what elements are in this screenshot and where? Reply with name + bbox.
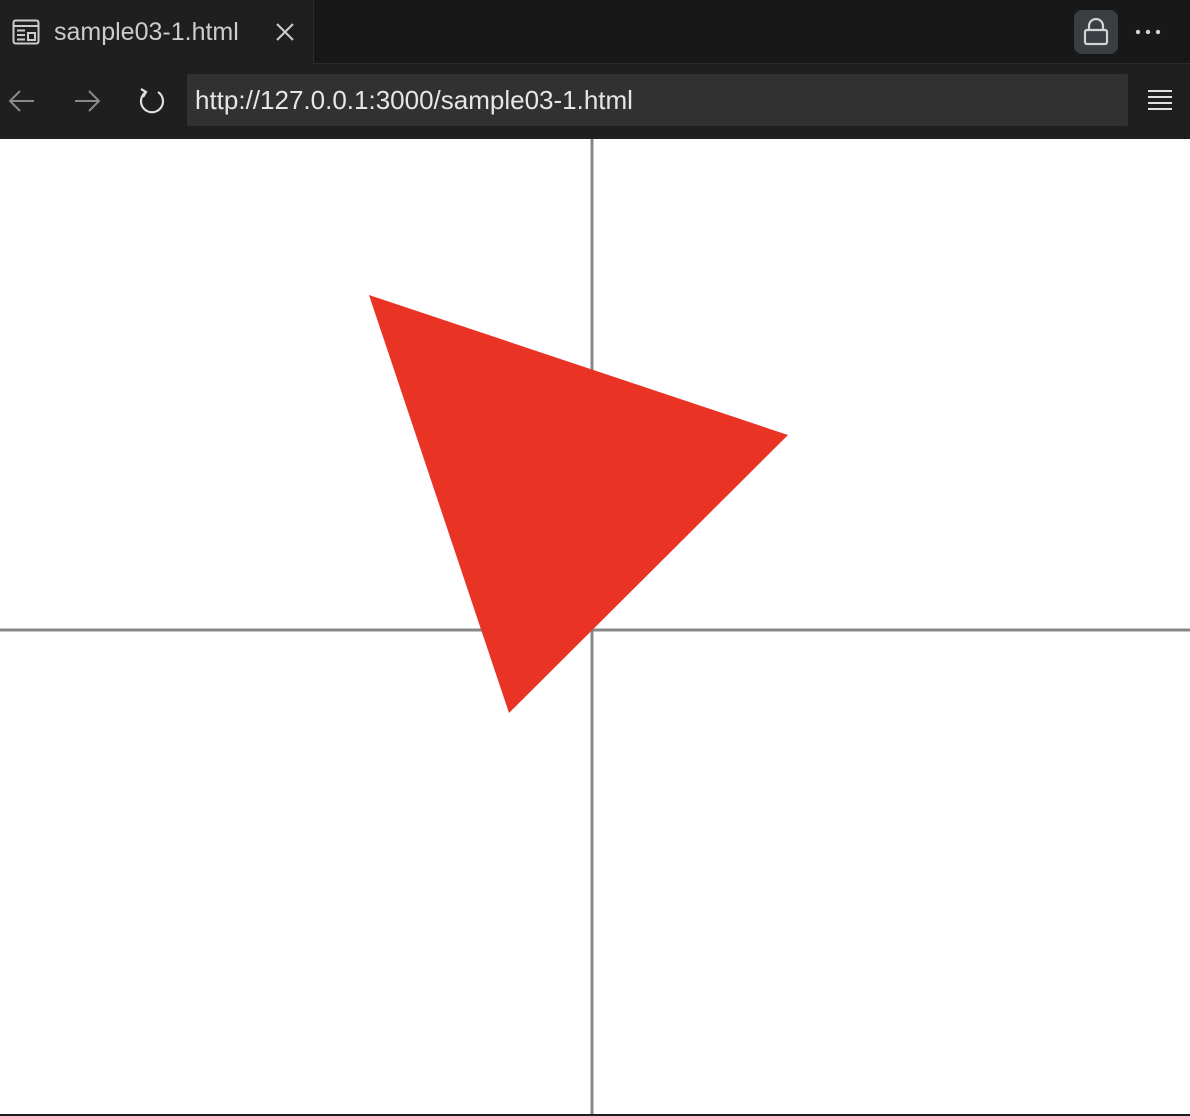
navigation-toolbar: http://127.0.0.1:3000/sample03-1.html bbox=[0, 64, 1190, 138]
hamburger-menu-icon[interactable] bbox=[1142, 82, 1178, 118]
more-actions-button[interactable] bbox=[1130, 16, 1166, 48]
canvas bbox=[0, 139, 1190, 1114]
red-triangle bbox=[369, 295, 788, 713]
arrow-left-icon[interactable] bbox=[4, 83, 40, 119]
tab-title: sample03-1.html bbox=[54, 18, 239, 46]
browser-window: sample03-1.html http://127.0.0.1:3000/sa… bbox=[0, 0, 1190, 1116]
close-icon[interactable] bbox=[273, 20, 297, 44]
url-input[interactable]: http://127.0.0.1:3000/sample03-1.html bbox=[187, 74, 1128, 126]
tab-sample03[interactable]: sample03-1.html bbox=[0, 0, 314, 64]
page-viewport bbox=[0, 139, 1190, 1114]
arrow-right-icon[interactable] bbox=[69, 83, 105, 119]
lock-button[interactable] bbox=[1074, 10, 1118, 54]
preview-icon bbox=[12, 19, 40, 45]
lock-icon bbox=[1083, 18, 1109, 46]
ellipsis-icon bbox=[1135, 29, 1161, 35]
tab-bar: sample03-1.html bbox=[0, 0, 1190, 64]
reload-icon[interactable] bbox=[134, 83, 170, 119]
